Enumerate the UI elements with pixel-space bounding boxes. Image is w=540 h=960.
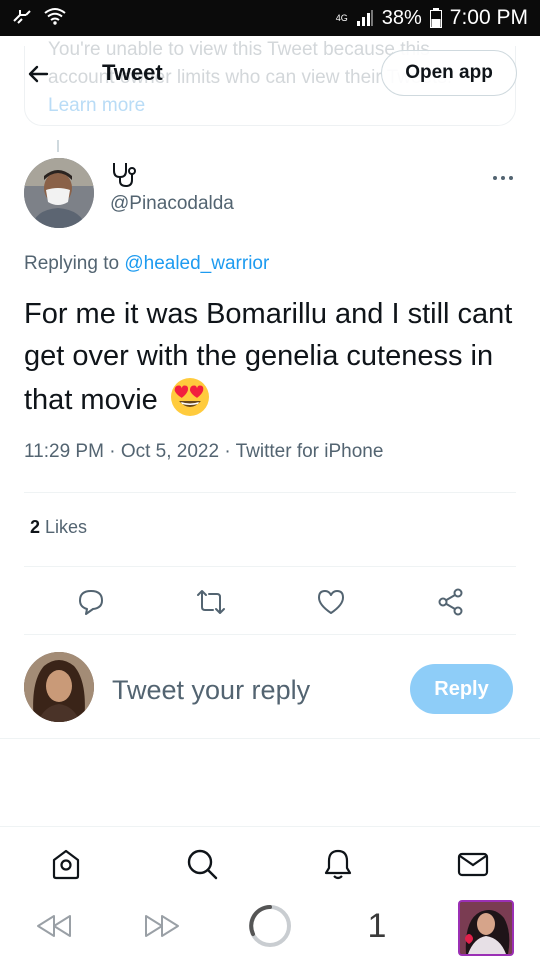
tweet-source[interactable]: Twitter for iPhone (236, 441, 384, 462)
likes-summary[interactable]: 2 Likes (30, 517, 87, 538)
home-icon (52, 849, 80, 880)
tweet-date[interactable]: Oct 5, 2022 (121, 441, 219, 462)
divider (24, 634, 516, 635)
replying-to-mention[interactable]: @healed_warrior (124, 253, 269, 274)
battery-percent: 38% (381, 6, 422, 29)
meta-separator: · (109, 441, 116, 462)
tab-notifications[interactable] (320, 846, 356, 882)
heart-icon (318, 590, 344, 614)
network-type: 4G (335, 12, 348, 23)
author-avatar-image (24, 158, 94, 228)
battery-icon (429, 8, 442, 28)
loading-spinner-icon (249, 905, 291, 947)
tab-thumbnail[interactable] (458, 900, 514, 956)
tweet-body: For me it was Bomarillu and I still cant… (24, 298, 513, 416)
stethoscope-icon (110, 160, 138, 188)
divider (24, 566, 516, 567)
retweet-action-button[interactable] (195, 586, 227, 618)
thread-line (57, 140, 59, 152)
reply-button[interactable]: Reply (410, 664, 513, 714)
tweet-time[interactable]: 11:29 PM (24, 441, 104, 462)
tab-messages[interactable] (455, 846, 491, 882)
tweet-meta: 11:29 PM · Oct 5, 2022 · Twitter for iPh… (24, 441, 383, 463)
tweet-text: For me it was Bomarillu and I still cant… (24, 293, 520, 421)
bell-icon (324, 849, 352, 880)
tab-search[interactable] (184, 846, 220, 882)
tweet-actions (24, 580, 516, 624)
more-dot-icon (493, 176, 497, 180)
tab-home[interactable] (48, 846, 84, 882)
share-icon (438, 588, 463, 616)
my-avatar-image (24, 652, 94, 722)
author-handle[interactable]: @Pinacodalda (110, 193, 234, 215)
like-action-button[interactable] (315, 586, 347, 618)
likes-label: Likes (45, 517, 88, 537)
status-bar: 4G 38% 7:00 PM (0, 0, 540, 36)
browser-back-button[interactable] (34, 904, 74, 948)
bottom-tab-bar (0, 826, 540, 896)
meta-separator: · (224, 441, 231, 462)
more-dot-icon (509, 176, 513, 180)
heart-eyes-emoji-icon (170, 378, 209, 416)
learn-more-link[interactable]: Learn more (48, 95, 145, 116)
retweet-icon (197, 590, 225, 614)
wifi-icon (44, 8, 66, 25)
author-avatar[interactable] (24, 158, 94, 228)
browser-forward-button[interactable] (142, 904, 182, 948)
fast-forward-icon (145, 915, 179, 937)
back-button[interactable] (24, 60, 52, 88)
more-dot-icon (501, 176, 505, 180)
tab-thumbnail-image (460, 902, 512, 954)
rewind-icon (37, 915, 71, 937)
replying-prefix: Replying to (24, 253, 120, 274)
search-icon (187, 849, 218, 880)
envelope-icon (457, 852, 489, 877)
reply-action-button[interactable] (75, 586, 107, 618)
comment-icon (79, 590, 103, 615)
browser-nav-bar: 1 (0, 896, 540, 960)
share-action-button[interactable] (435, 586, 467, 618)
divider (0, 738, 540, 739)
my-avatar[interactable] (24, 652, 94, 722)
header: You're unable to view this Tweet because… (0, 36, 540, 132)
open-app-button[interactable]: Open app (381, 50, 517, 96)
divider (24, 492, 516, 493)
likes-count: 2 (30, 517, 41, 537)
arrow-left-icon (28, 65, 49, 83)
signal-icon (356, 10, 373, 26)
page-title: Tweet (102, 60, 163, 85)
usb-icon (13, 10, 31, 24)
more-options-button[interactable] (488, 168, 518, 188)
browser-reload-button[interactable] (246, 904, 294, 948)
clock: 7:00 PM (449, 6, 528, 29)
browser-tab-count[interactable]: 1 (362, 904, 392, 948)
reply-input[interactable] (112, 672, 392, 708)
replying-to: Replying to @healed_warrior (24, 253, 269, 275)
